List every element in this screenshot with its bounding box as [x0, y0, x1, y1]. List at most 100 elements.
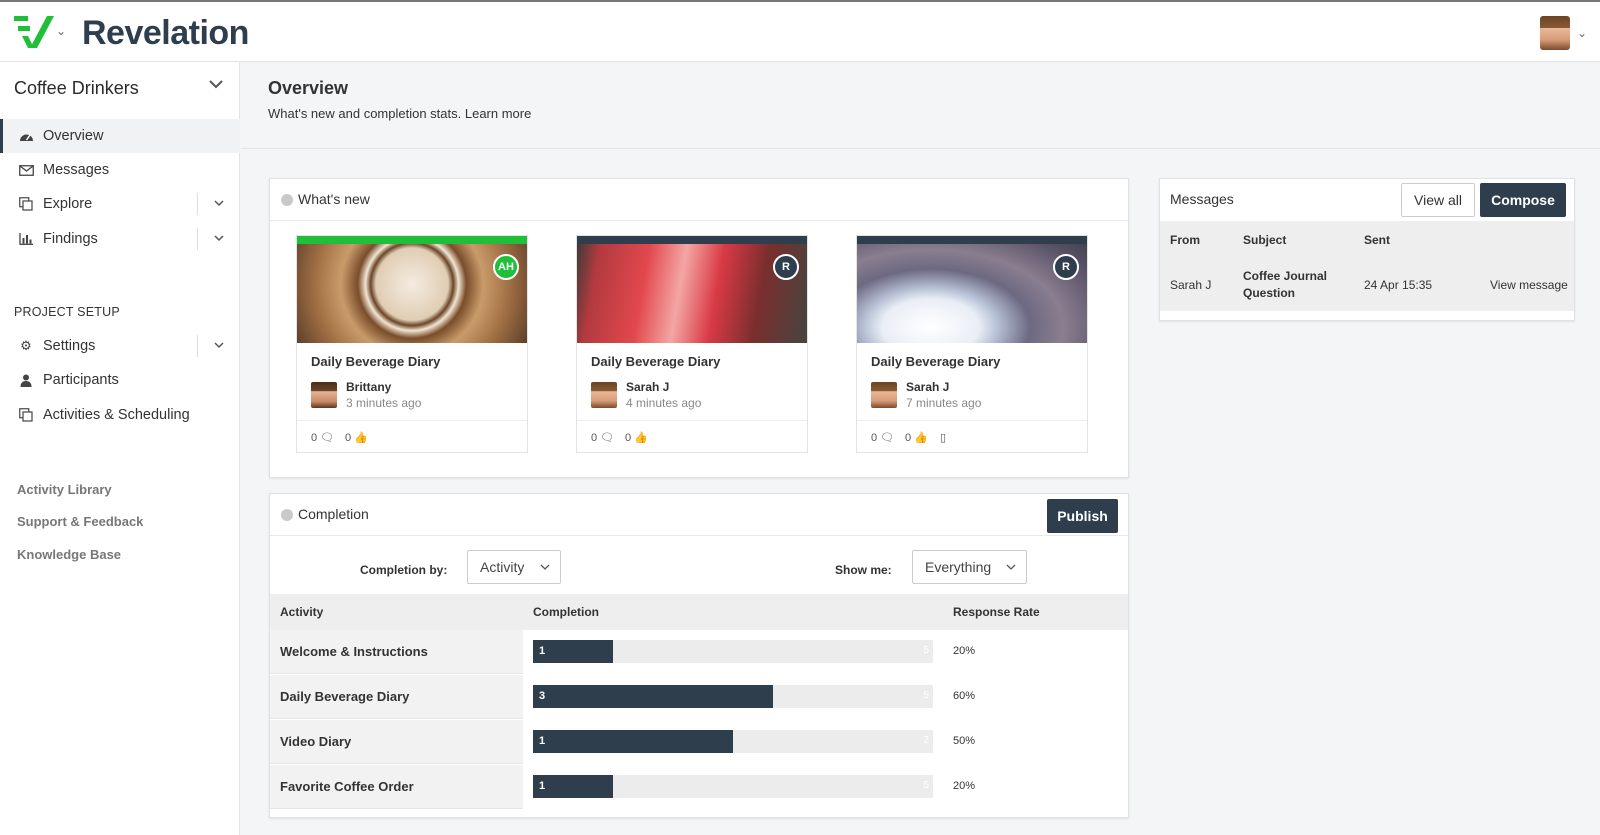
sidebar-item-label: Activities & Scheduling	[43, 407, 190, 423]
comment-icon: 🗨	[320, 432, 335, 444]
sidebar-item-label: Overview	[43, 128, 104, 144]
avatar	[871, 382, 897, 408]
copy-icon	[18, 407, 34, 423]
author-badge: R	[1053, 254, 1079, 280]
publish-button[interactable]: Publish	[1047, 499, 1118, 533]
post-title[interactable]: Daily Beverage Diary	[591, 354, 720, 369]
thumbs-up-icon: 👍	[354, 432, 368, 444]
revelation-logo-icon[interactable]	[14, 14, 58, 50]
message-from: Sarah J	[1170, 278, 1212, 292]
bar-chart-icon	[18, 231, 34, 247]
post-author[interactable]: Brittany	[346, 380, 391, 394]
project-chevron-down-icon[interactable]	[208, 76, 224, 92]
findings-chevron-down-icon[interactable]	[212, 231, 226, 245]
compose-button[interactable]: Compose	[1480, 183, 1566, 217]
response-rate: 50%	[953, 735, 976, 747]
sidebar-item-activities-scheduling[interactable]: Activities & Scheduling	[0, 398, 240, 432]
table-row[interactable]: Daily Beverage Diary 3 5 60%	[270, 675, 1128, 720]
completion-by-select[interactable]: Activity	[467, 550, 561, 584]
comment-icon: 🗨	[880, 432, 895, 444]
app-name: Revelation	[82, 14, 249, 52]
sidebar-item-overview[interactable]: Overview	[0, 119, 240, 153]
messages-panel: Messages View all Compose From Subject S…	[1159, 178, 1575, 321]
post-image[interactable]: AH	[297, 236, 527, 343]
avatar	[591, 382, 617, 408]
response-rate: 60%	[953, 690, 976, 702]
post-author[interactable]: Sarah J	[626, 380, 669, 394]
dashboard-icon	[18, 128, 34, 144]
gear-icon: ⚙	[20, 338, 32, 353]
avatar	[311, 382, 337, 408]
table-row[interactable]: Favorite Coffee Order 1 5 20%	[270, 765, 1128, 810]
message-subject-line-2[interactable]: Question	[1243, 286, 1295, 300]
bookmark-icon[interactable]: ▯	[940, 431, 946, 444]
messages-table: From Subject Sent Sarah J Coffee Journal…	[1160, 221, 1574, 311]
thumbs-up-icon: 👍	[914, 432, 928, 444]
sidebar-item-participants[interactable]: Participants	[0, 363, 240, 397]
post-author[interactable]: Sarah J	[906, 380, 949, 394]
table-row[interactable]: Video Diary 1 2 50%	[270, 720, 1128, 765]
collapse-toggle-icon[interactable]	[281, 509, 293, 521]
comment-count[interactable]: 0 🗨	[591, 431, 614, 444]
like-count[interactable]: 0 👍	[905, 431, 928, 444]
top-bar: ⌄ Revelation ⌄	[0, 0, 1600, 62]
completion-progress-bar: 1 2	[533, 730, 933, 753]
activity-library-link[interactable]: Activity Library	[17, 482, 112, 497]
show-me-label: Show me:	[835, 563, 892, 577]
completion-progress-bar: 1 5	[533, 775, 933, 798]
feed-card[interactable]: AH Daily Beverage Diary Brittany 3 minut…	[296, 235, 528, 453]
view-message-link[interactable]: View message	[1490, 278, 1568, 292]
post-time: 7 minutes ago	[906, 396, 982, 410]
settings-chevron-down-icon[interactable]	[212, 338, 226, 352]
sidebar-item-label: Findings	[43, 231, 98, 247]
show-me-select[interactable]: Everything	[912, 550, 1027, 584]
post-image[interactable]: R	[857, 236, 1087, 343]
feed-card[interactable]: R Daily Beverage Diary Sarah J 7 minutes…	[856, 235, 1088, 453]
page-subtitle: What's new and completion stats. Learn m…	[268, 106, 532, 121]
user-avatar[interactable]	[1540, 16, 1570, 50]
project-name[interactable]: Coffee Drinkers	[14, 78, 139, 99]
comment-count[interactable]: 0 🗨	[311, 431, 334, 444]
collapse-toggle-icon[interactable]	[281, 194, 293, 206]
sidebar: Coffee Drinkers Overview Messages Explor…	[0, 62, 240, 835]
sidebar-item-settings[interactable]: ⚙ Settings	[0, 329, 240, 363]
sidebar-item-label: Explore	[43, 196, 93, 212]
knowledge-base-link[interactable]: Knowledge Base	[17, 547, 121, 562]
feed-card[interactable]: R Daily Beverage Diary Sarah J 4 minutes…	[576, 235, 808, 453]
panel-title: Completion	[298, 506, 369, 522]
completion-progress-bar: 3 5	[533, 685, 933, 708]
sidebar-item-findings[interactable]: Findings	[0, 222, 240, 256]
panel-title: What's new	[298, 191, 370, 207]
message-subject[interactable]: Coffee Journal	[1243, 269, 1327, 283]
completion-panel: Completion Publish Completion by: Activi…	[269, 493, 1129, 818]
comment-count[interactable]: 0 🗨	[871, 431, 894, 444]
table-row[interactable]: Welcome & Instructions 1 5 20%	[270, 630, 1128, 675]
sidebar-item-messages[interactable]: Messages	[0, 153, 240, 187]
completion-table-header: Activity Completion Response Rate	[270, 594, 1128, 630]
response-rate: 20%	[953, 645, 976, 657]
page-header: Overview What's new and completion stats…	[241, 62, 1600, 149]
user-menu-chevron-down-icon[interactable]: ⌄	[1577, 26, 1587, 40]
support-feedback-link[interactable]: Support & Feedback	[17, 514, 143, 529]
author-badge: R	[773, 254, 799, 280]
view-all-button[interactable]: View all	[1401, 183, 1475, 217]
panel-title: Messages	[1170, 191, 1234, 207]
sidebar-item-label: Participants	[43, 372, 119, 388]
comment-icon: 🗨	[600, 432, 615, 444]
like-count[interactable]: 0 👍	[625, 431, 648, 444]
post-title[interactable]: Daily Beverage Diary	[311, 354, 440, 369]
logo-chevron-down-icon[interactable]: ⌄	[56, 24, 66, 38]
sidebar-item-label: Messages	[43, 162, 110, 178]
user-icon	[18, 372, 34, 388]
post-image[interactable]: R	[577, 236, 807, 343]
page-title: Overview	[268, 78, 349, 98]
sidebar-item-explore[interactable]: Explore	[0, 187, 240, 221]
copy-icon	[18, 196, 34, 212]
explore-chevron-down-icon[interactable]	[212, 196, 226, 210]
completion-progress-bar: 1 5	[533, 640, 933, 663]
author-badge: AH	[493, 254, 519, 280]
like-count[interactable]: 0 👍	[345, 431, 368, 444]
chevron-down-icon	[1006, 564, 1016, 570]
thumbs-up-icon: 👍	[634, 432, 648, 444]
post-title[interactable]: Daily Beverage Diary	[871, 354, 1000, 369]
